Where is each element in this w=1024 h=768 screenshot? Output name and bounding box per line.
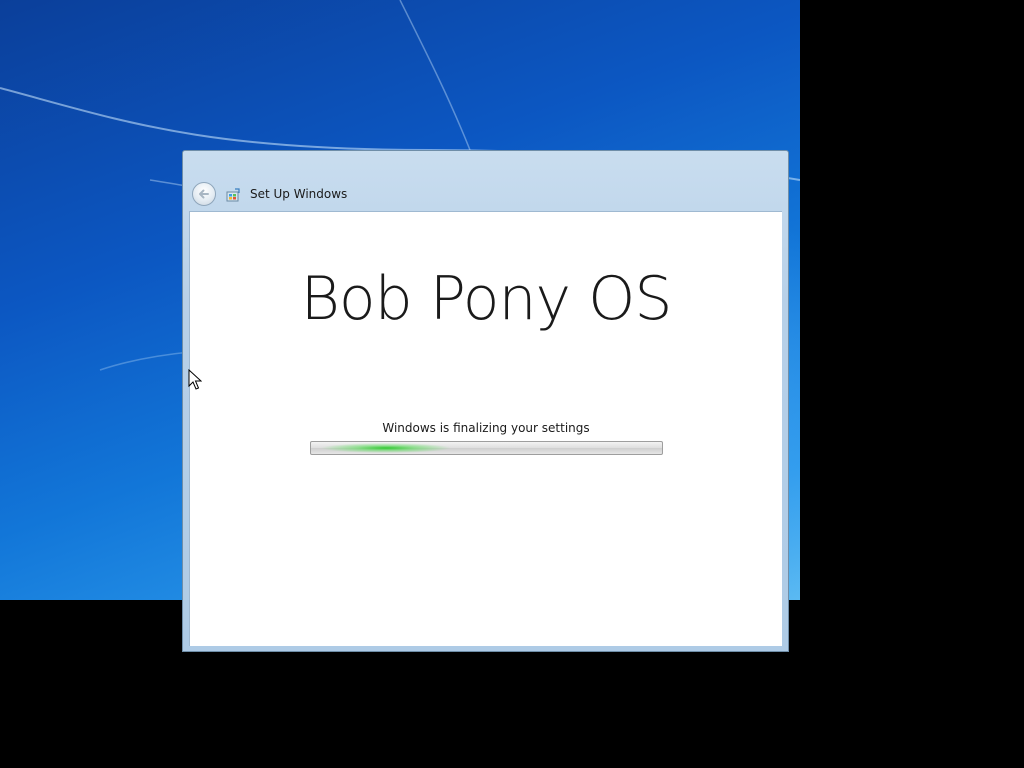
setup-windows-dialog: Set Up Windows Bob Pony OS Windows is fi… [182, 150, 789, 652]
os-brand-title: Bob Pony OS [300, 264, 673, 334]
progress-marquee-glow [321, 443, 451, 453]
back-button[interactable] [192, 182, 216, 206]
mouse-pointer-icon [188, 369, 202, 390]
setup-windows-icon [226, 188, 240, 202]
progress-bar [310, 441, 663, 455]
content-pane: Bob Pony OS Windows is finalizing your s… [189, 211, 782, 646]
status-message: Windows is finalizing your settings [382, 421, 590, 435]
window-title: Set Up Windows [250, 187, 348, 201]
title-bar: Set Up Windows [183, 151, 788, 211]
back-arrow-icon [199, 189, 209, 199]
